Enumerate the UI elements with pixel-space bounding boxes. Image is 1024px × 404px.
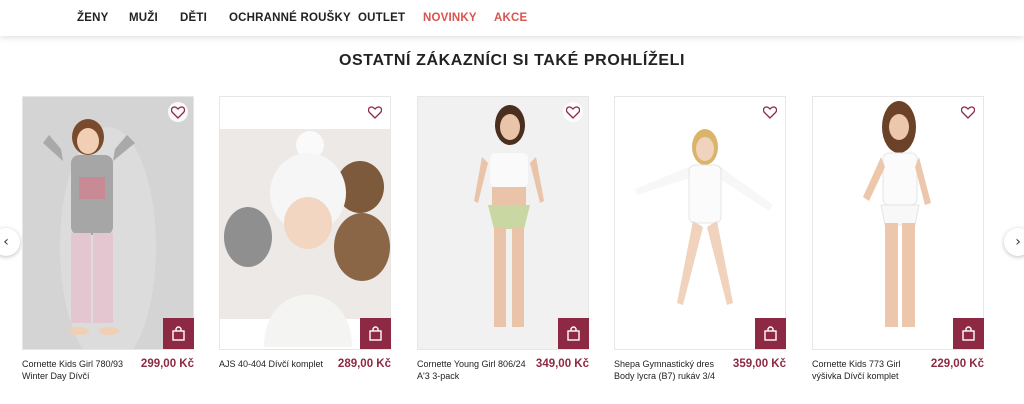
product-name[interactable]: Cornette Young Girl 806/24 A'3 3-pack	[417, 358, 527, 382]
section-title: OSTATNÍ ZÁKAZNÍCI SI TAKÉ PROHLÍŽELI	[338, 52, 686, 69]
product-name[interactable]: Shepa Gymnastický dres Body lycra (B7) r…	[614, 358, 724, 382]
top-navigation: ŽENY MUŽI DĚTI OCHRANNÉ ROUŠKY OUTLET NO…	[0, 0, 1024, 36]
product-price: 359,00 Kč	[732, 358, 786, 370]
product-image[interactable]	[417, 96, 589, 350]
product-image[interactable]	[22, 96, 194, 350]
carousel-next-button[interactable]: ›	[1004, 228, 1024, 256]
add-to-cart-button[interactable]	[755, 318, 786, 349]
product-name[interactable]: Cornette Kids Girl 780/93 Winter Day Dív…	[22, 358, 132, 382]
shopping-bag-icon	[172, 326, 185, 341]
nav-item-muzi[interactable]: MUŽI	[129, 12, 158, 24]
nav-item-outlet[interactable]: OUTLET	[358, 12, 405, 24]
wishlist-heart-icon[interactable]	[958, 102, 978, 122]
nav-item-ochranne-rousky[interactable]: OCHRANNÉ ROUŠKY	[229, 12, 351, 24]
add-to-cart-button[interactable]	[360, 318, 391, 349]
product-price: 289,00 Kč	[337, 358, 391, 370]
shopping-bag-icon	[369, 326, 382, 341]
wishlist-heart-icon[interactable]	[760, 102, 780, 122]
add-to-cart-button[interactable]	[558, 318, 589, 349]
shopping-bag-icon	[567, 326, 580, 341]
product-card[interactable]: Cornette Kids 773 Girl výšivka Dívčí kom…	[812, 96, 984, 386]
add-to-cart-button[interactable]	[953, 318, 984, 349]
product-name[interactable]: Cornette Kids 773 Girl výšivka Dívčí kom…	[812, 358, 922, 382]
shopping-bag-icon	[764, 326, 777, 341]
product-price: 299,00 Kč	[140, 358, 194, 370]
nav-item-novinky[interactable]: NOVINKY	[423, 12, 477, 24]
wishlist-heart-icon[interactable]	[168, 102, 188, 122]
product-image[interactable]	[219, 96, 391, 350]
add-to-cart-button[interactable]	[163, 318, 194, 349]
product-card[interactable]: Cornette Young Girl 806/24 A'3 3-pack 34…	[417, 96, 589, 386]
product-card[interactable]: Cornette Kids Girl 780/93 Winter Day Dív…	[22, 96, 194, 386]
shopping-bag-icon	[962, 326, 975, 341]
wishlist-heart-icon[interactable]	[365, 102, 385, 122]
nav-item-zeny[interactable]: ŽENY	[77, 12, 108, 24]
product-price: 229,00 Kč	[930, 358, 984, 370]
nav-item-deti[interactable]: DĚTI	[180, 12, 207, 24]
chevron-left-icon: ‹	[3, 234, 9, 250]
carousel-prev-button[interactable]: ‹	[0, 228, 20, 256]
product-image[interactable]	[812, 96, 984, 350]
product-image[interactable]	[614, 96, 786, 350]
nav-item-akce[interactable]: AKCE	[494, 12, 527, 24]
product-card[interactable]: Shepa Gymnastický dres Body lycra (B7) r…	[614, 96, 786, 386]
product-name[interactable]: AJS 40-404 Dívčí komplet	[219, 358, 329, 370]
chevron-right-icon: ›	[1015, 234, 1021, 250]
wishlist-heart-icon[interactable]	[563, 102, 583, 122]
product-price: 349,00 Kč	[535, 358, 589, 370]
product-card[interactable]: AJS 40-404 Dívčí komplet 289,00 Kč	[219, 96, 391, 386]
